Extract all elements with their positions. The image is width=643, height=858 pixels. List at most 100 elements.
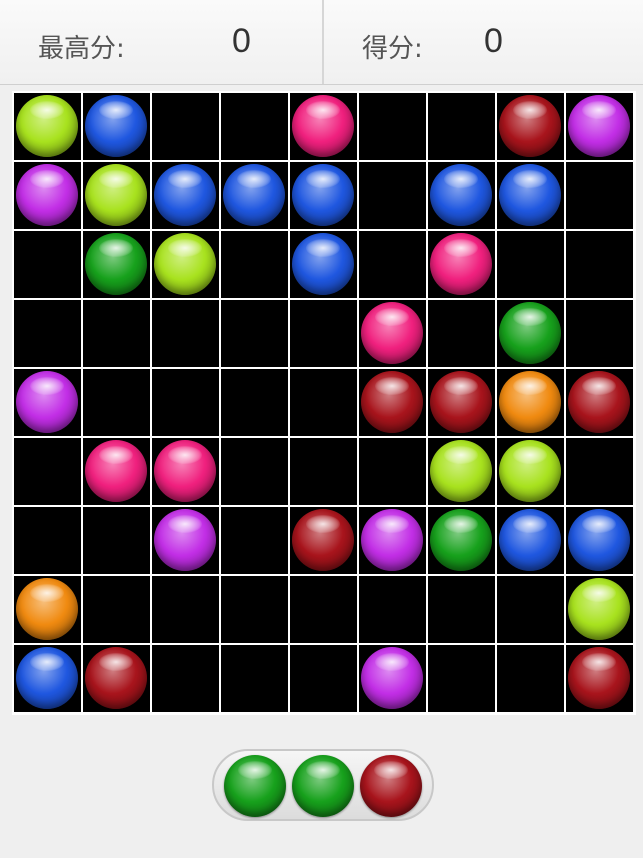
red-ball[interactable] xyxy=(430,371,492,433)
blue-ball[interactable] xyxy=(292,164,354,226)
board-cell[interactable] xyxy=(290,231,357,298)
blue-ball[interactable] xyxy=(499,509,561,571)
board-cell[interactable] xyxy=(359,645,426,712)
lime-ball[interactable] xyxy=(430,440,492,502)
board-cell[interactable] xyxy=(290,369,357,436)
blue-ball[interactable] xyxy=(154,164,216,226)
board-cell[interactable] xyxy=(497,507,564,574)
board-cell[interactable] xyxy=(359,162,426,229)
board-cell[interactable] xyxy=(359,507,426,574)
board-cell[interactable] xyxy=(428,645,495,712)
purple-ball[interactable] xyxy=(16,371,78,433)
board-cell[interactable] xyxy=(83,300,150,367)
orange-ball[interactable] xyxy=(499,371,561,433)
blue-ball[interactable] xyxy=(85,95,147,157)
purple-ball[interactable] xyxy=(361,509,423,571)
board-cell[interactable] xyxy=(152,300,219,367)
board-cell[interactable] xyxy=(83,438,150,505)
board-cell[interactable] xyxy=(290,507,357,574)
board-cell[interactable] xyxy=(290,162,357,229)
purple-ball[interactable] xyxy=(568,95,630,157)
board-cell[interactable] xyxy=(221,369,288,436)
red-ball[interactable] xyxy=(292,509,354,571)
board-cell[interactable] xyxy=(83,93,150,160)
board-cell[interactable] xyxy=(428,231,495,298)
board-cell[interactable] xyxy=(290,438,357,505)
board-cell[interactable] xyxy=(428,576,495,643)
board-cell[interactable] xyxy=(14,576,81,643)
board-cell[interactable] xyxy=(14,507,81,574)
red-ball[interactable] xyxy=(568,647,630,709)
board-cell[interactable] xyxy=(221,507,288,574)
board-cell[interactable] xyxy=(566,507,633,574)
board-cell[interactable] xyxy=(152,93,219,160)
pink-ball[interactable] xyxy=(292,95,354,157)
blue-ball[interactable] xyxy=(568,509,630,571)
board-cell[interactable] xyxy=(497,576,564,643)
board-cell[interactable] xyxy=(290,93,357,160)
green-ball[interactable] xyxy=(430,509,492,571)
board-cell[interactable] xyxy=(359,300,426,367)
lime-ball[interactable] xyxy=(85,164,147,226)
board-cell[interactable] xyxy=(566,231,633,298)
board-cell[interactable] xyxy=(221,231,288,298)
blue-ball[interactable] xyxy=(430,164,492,226)
board-cell[interactable] xyxy=(497,369,564,436)
pink-ball[interactable] xyxy=(361,302,423,364)
board-cell[interactable] xyxy=(566,369,633,436)
orange-ball[interactable] xyxy=(16,578,78,640)
board-cell[interactable] xyxy=(497,231,564,298)
red-ball[interactable] xyxy=(499,95,561,157)
lime-ball[interactable] xyxy=(568,578,630,640)
board-cell[interactable] xyxy=(221,93,288,160)
board-cell[interactable] xyxy=(14,162,81,229)
blue-ball[interactable] xyxy=(16,647,78,709)
board-cell[interactable] xyxy=(14,93,81,160)
board-cell[interactable] xyxy=(152,576,219,643)
board-cell[interactable] xyxy=(290,300,357,367)
board-cell[interactable] xyxy=(428,162,495,229)
board-cell[interactable] xyxy=(566,162,633,229)
green-ball[interactable] xyxy=(499,302,561,364)
board-cell[interactable] xyxy=(428,93,495,160)
board-cell[interactable] xyxy=(83,369,150,436)
board-cell[interactable] xyxy=(497,162,564,229)
board-cell[interactable] xyxy=(428,438,495,505)
purple-ball[interactable] xyxy=(16,164,78,226)
board-cell[interactable] xyxy=(290,645,357,712)
red-ball[interactable] xyxy=(568,371,630,433)
board-cell[interactable] xyxy=(83,231,150,298)
board-cell[interactable] xyxy=(359,231,426,298)
red-ball[interactable] xyxy=(85,647,147,709)
board-cell[interactable] xyxy=(83,576,150,643)
board-cell[interactable] xyxy=(566,93,633,160)
blue-ball[interactable] xyxy=(292,233,354,295)
board-cell[interactable] xyxy=(14,231,81,298)
board-cell[interactable] xyxy=(428,507,495,574)
board-cell[interactable] xyxy=(221,162,288,229)
board-cell[interactable] xyxy=(152,438,219,505)
blue-ball[interactable] xyxy=(223,164,285,226)
pink-ball[interactable] xyxy=(154,440,216,502)
lime-ball[interactable] xyxy=(499,440,561,502)
lime-ball[interactable] xyxy=(154,233,216,295)
purple-ball[interactable] xyxy=(361,647,423,709)
board-cell[interactable] xyxy=(221,576,288,643)
board-cell[interactable] xyxy=(83,162,150,229)
board-cell[interactable] xyxy=(14,645,81,712)
board-cell[interactable] xyxy=(14,438,81,505)
board-cell[interactable] xyxy=(14,369,81,436)
board-cell[interactable] xyxy=(83,645,150,712)
board-cell[interactable] xyxy=(221,438,288,505)
board-cell[interactable] xyxy=(428,300,495,367)
board-cell[interactable] xyxy=(221,300,288,367)
board-cell[interactable] xyxy=(152,369,219,436)
purple-ball[interactable] xyxy=(154,509,216,571)
board-cell[interactable] xyxy=(152,162,219,229)
board-cell[interactable] xyxy=(497,93,564,160)
board-cell[interactable] xyxy=(566,438,633,505)
red-ball[interactable] xyxy=(361,371,423,433)
board-cell[interactable] xyxy=(290,576,357,643)
board-cell[interactable] xyxy=(359,438,426,505)
board-cell[interactable] xyxy=(14,300,81,367)
